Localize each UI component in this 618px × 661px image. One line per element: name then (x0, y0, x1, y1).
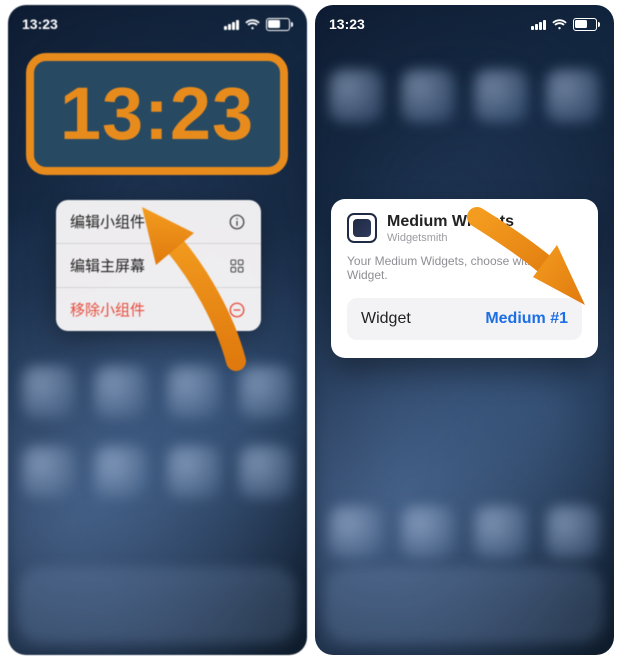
clock-time: 13:23 (60, 77, 254, 151)
annotation-arrow-icon (463, 205, 603, 325)
battery-icon (266, 18, 294, 31)
wifi-icon (245, 19, 260, 30)
wifi-icon (552, 19, 567, 30)
annotation-arrow-icon (116, 193, 266, 373)
left-screenshot: 13:23 13:23 编辑小组件 编辑主屏幕 (8, 5, 307, 655)
status-bar: 13:23 (8, 5, 307, 39)
right-screenshot: 13:23 Medium Widgets Wi (315, 5, 614, 655)
signal-icon (224, 18, 239, 30)
status-time: 13:23 (22, 16, 58, 32)
status-bar: 13:23 (315, 5, 614, 39)
app-icon (347, 213, 377, 243)
clock-widget[interactable]: 13:23 (26, 53, 288, 175)
status-time: 13:23 (329, 16, 365, 32)
signal-icon (531, 18, 546, 30)
row-key: Widget (361, 310, 411, 328)
battery-icon (573, 18, 601, 31)
